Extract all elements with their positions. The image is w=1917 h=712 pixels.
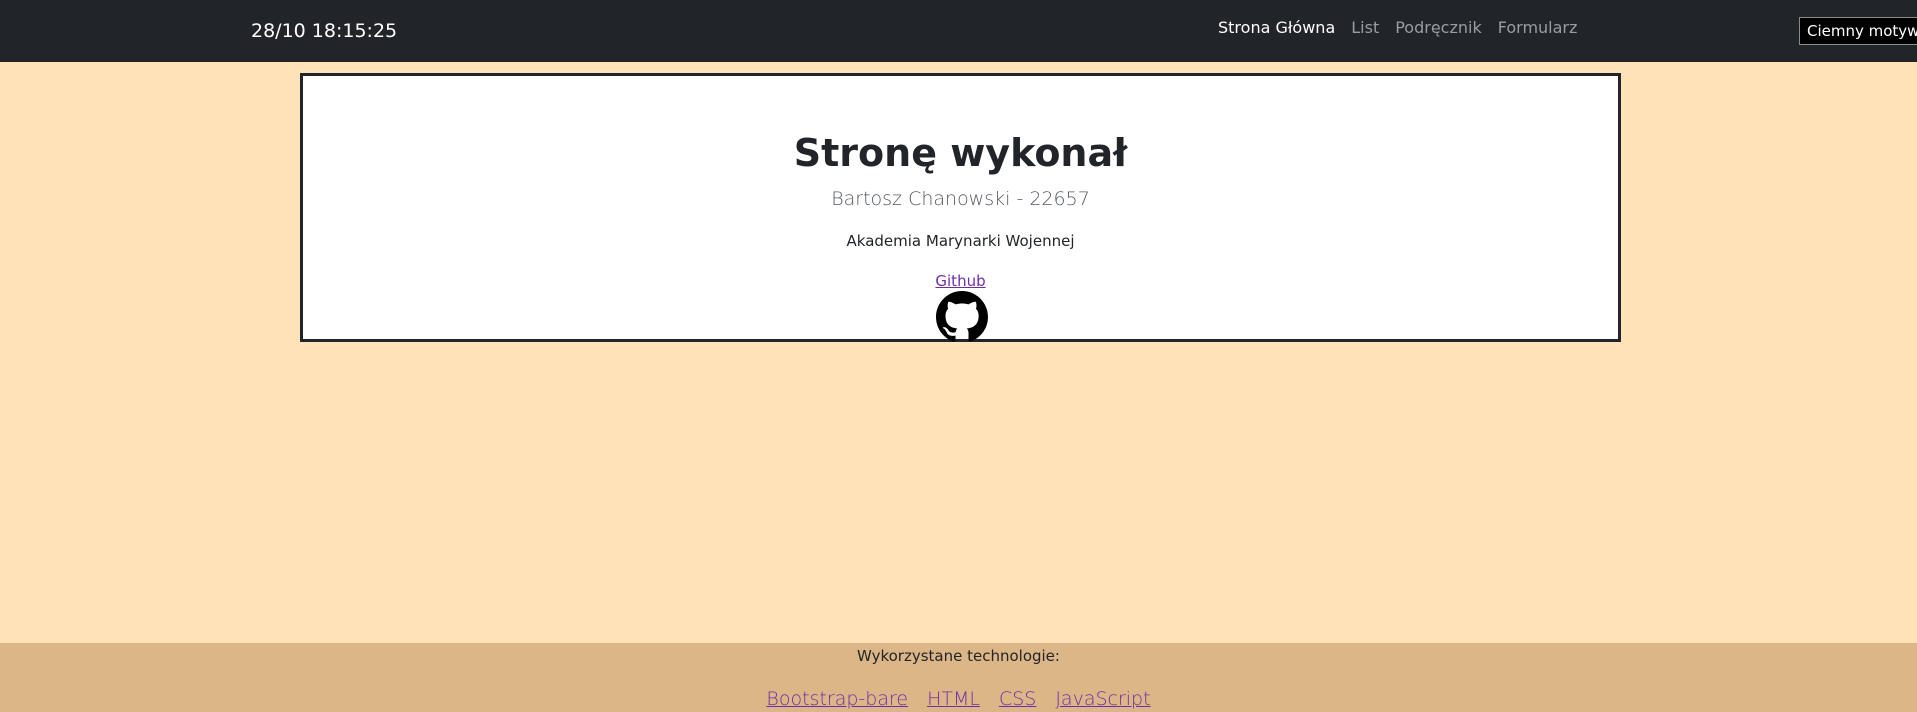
- author-card: Stronę wykonał Bartosz Chanowski - 22657…: [300, 73, 1621, 342]
- nav-links: Strona Główna List Podręcznik Formularz: [1218, 17, 1577, 39]
- clock: 28/10 18:15:25: [251, 20, 398, 42]
- footer-link-bootstrap[interactable]: Bootstrap-bare: [766, 687, 908, 711]
- nav-link-formularz[interactable]: Formularz: [1498, 17, 1578, 39]
- github-icon[interactable]: [936, 291, 988, 343]
- github-link-wrapper: Github: [303, 270, 1618, 292]
- footer-link-css[interactable]: CSS: [999, 687, 1036, 711]
- nav-link-list[interactable]: List: [1351, 17, 1379, 39]
- github-link[interactable]: Github: [935, 272, 985, 290]
- school-name: Akademia Marynarki Wojennej: [846, 232, 1075, 250]
- dark-theme-button[interactable]: Ciemny motyw: [1799, 17, 1917, 45]
- page-title: Stronę wykonał: [793, 131, 1128, 175]
- navbar: 28/10 18:15:25 Strona Główna List Podręc…: [0, 0, 1917, 62]
- footer-link-javascript[interactable]: JavaScript: [1055, 687, 1150, 711]
- footer-link-html[interactable]: HTML: [927, 687, 980, 711]
- footer: Wykorzystane technologie: Bootstrap-bare…: [0, 643, 1917, 712]
- footer-links: Bootstrap-bare HTML CSS JavaScript: [0, 687, 1917, 711]
- nav-link-podrecznik[interactable]: Podręcznik: [1395, 17, 1482, 39]
- nav-link-strona-glowna[interactable]: Strona Główna: [1218, 17, 1335, 39]
- footer-title: Wykorzystane technologie:: [857, 647, 1060, 665]
- author-name: Bartosz Chanowski - 22657: [831, 188, 1090, 210]
